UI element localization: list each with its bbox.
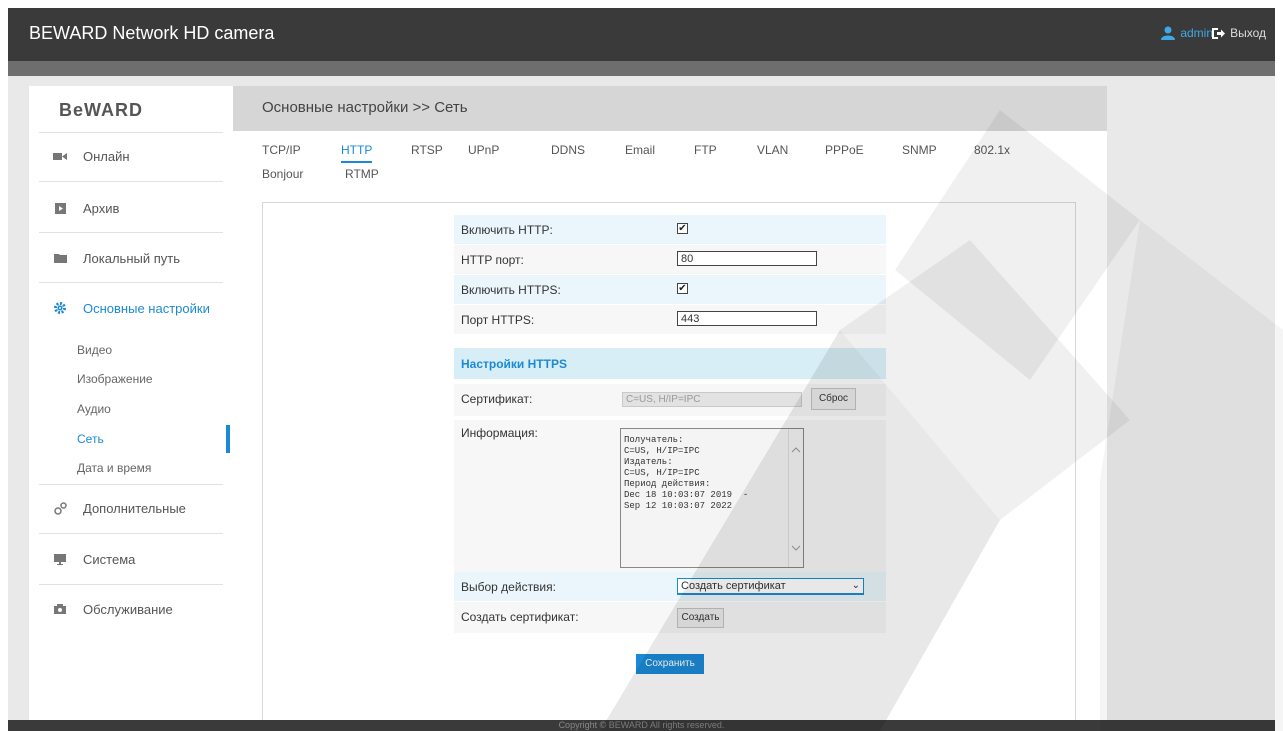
http-settings-panel: Включить HTTP: ✔ HTTP порт: 80 Включить … — [262, 202, 1076, 721]
sidebar-subitem-image[interactable]: Изображение — [77, 372, 153, 386]
tab-ftp[interactable]: FTP — [694, 143, 717, 157]
divider — [39, 181, 223, 182]
https-section-header: Настройки HTTPS — [454, 348, 886, 379]
gear-icon — [53, 301, 67, 315]
scroll-up-icon[interactable] — [789, 445, 803, 455]
divider — [39, 533, 223, 534]
https-port-input[interactable]: 443 — [677, 311, 817, 326]
video-camera-icon — [53, 149, 67, 163]
http-port-input[interactable]: 80 — [677, 251, 817, 266]
scroll-down-icon[interactable] — [789, 543, 803, 553]
tab-8021x[interactable]: 802.1x — [974, 143, 1010, 157]
sidebar-item-online[interactable]: Онлайн — [29, 132, 233, 180]
sidebar-item-label: Дополнительные — [83, 500, 186, 516]
action-label: Выбор действия: — [461, 580, 556, 594]
tab-rtsp[interactable]: RTSP — [411, 143, 443, 157]
enable-http-label: Включить HTTP: — [461, 223, 553, 237]
create-certificate-row: Создать сертификат: Создать — [454, 602, 886, 633]
action-select[interactable]: Создать сертификат ⌄ — [677, 578, 864, 595]
enable-http-row: Включить HTTP: ✔ — [454, 215, 886, 244]
textarea-scrollbar[interactable] — [788, 429, 803, 567]
divider — [39, 232, 223, 233]
folder-icon — [53, 251, 67, 265]
sidebar-item-basic-settings[interactable]: Основные настройки — [29, 284, 233, 332]
play-icon — [53, 201, 67, 215]
create-button[interactable]: Создать — [677, 608, 724, 628]
tab-rtmp[interactable]: RTMP — [345, 167, 379, 181]
enable-https-row: Включить HTTPS: ✔ — [454, 275, 886, 304]
tab-vlan[interactable]: VLAN — [757, 143, 788, 157]
sidebar-subitem-network[interactable]: Сеть — [77, 432, 104, 446]
tab-snmp[interactable]: SNMP — [902, 143, 937, 157]
http-port-label: HTTP порт: — [461, 253, 524, 267]
monitor-icon — [53, 552, 67, 566]
https-port-label: Порт HTTPS: — [461, 313, 535, 327]
breadcrumb: Основные настройки >> Сеть — [233, 86, 1107, 131]
user-icon — [1161, 26, 1176, 40]
info-row: Информация: Получатель: C=US, H/IP=IPC И… — [454, 420, 886, 572]
logout-icon — [1212, 27, 1226, 39]
top-bar: BEWARD Network HD camera admin Выход — [8, 8, 1275, 61]
https-port-row: Порт HTTPS: 443 — [454, 305, 886, 334]
sidebar-item-label: Локальный путь — [83, 250, 180, 266]
user-name[interactable]: admin — [1180, 26, 1213, 40]
sidebar-item-maintenance[interactable]: Обслуживание — [29, 585, 233, 633]
sidebar-item-local-path[interactable]: Локальный путь — [29, 234, 233, 282]
tab-pppoe[interactable]: PPPoE — [825, 143, 864, 157]
footer: Copyright © BEWARD All rights reserved. — [8, 720, 1275, 731]
chevron-down-icon: ⌄ — [851, 580, 860, 591]
sidebar-item-label: Система — [83, 551, 136, 567]
sidebar-item-advanced[interactable]: Дополнительные — [29, 484, 233, 532]
sidebar-item-label: Онлайн — [83, 148, 130, 164]
breadcrumb-text: Основные настройки >> Сеть — [262, 99, 468, 116]
sidebar-item-archive[interactable]: Архив — [29, 184, 233, 232]
tab-ddns[interactable]: DDNS — [551, 143, 585, 157]
sidebar-subitem-video[interactable]: Видео — [77, 343, 112, 357]
gears-icon — [53, 501, 67, 515]
header-strip — [8, 61, 1275, 76]
copyright-text: Copyright © BEWARD All rights reserved. — [558, 720, 725, 730]
beward-logo: BeWARD — [59, 100, 144, 120]
certificate-info-text: Получатель: C=US, H/IP=IPC Издатель: C=U… — [624, 435, 749, 511]
sidebar-item-label: Обслуживание — [83, 601, 173, 617]
sidebar-item-label: Основные настройки — [83, 300, 210, 316]
logout-button[interactable]: Выход — [1211, 26, 1266, 40]
certificate-row: Сертификат: C=US, H/IP=IPC Сброс — [454, 384, 886, 416]
sidebar-subitem-audio[interactable]: Аудио — [77, 402, 111, 416]
app-title: BEWARD Network HD camera — [29, 23, 275, 43]
user-link[interactable]: admin — [1161, 26, 1213, 40]
certificate-info-textarea[interactable]: Получатель: C=US, H/IP=IPC Издатель: C=U… — [620, 428, 804, 568]
http-port-row: HTTP порт: 80 — [454, 245, 886, 274]
https-section-title: Настройки HTTPS — [461, 357, 567, 371]
camera-icon — [53, 602, 67, 616]
certificate-label: Сертификат: — [461, 392, 533, 406]
info-label: Информация: — [461, 426, 538, 440]
reset-button[interactable]: Сброс — [811, 388, 856, 410]
active-indicator — [226, 425, 230, 453]
divider — [39, 282, 223, 283]
save-button[interactable]: Сохранить — [636, 654, 704, 674]
sidebar: BeWARD Онлайн Архив Локальный путь Основ… — [29, 86, 233, 720]
enable-https-label: Включить HTTPS: — [461, 283, 561, 297]
logout-label[interactable]: Выход — [1230, 26, 1266, 40]
tab-upnp[interactable]: UPnP — [468, 143, 499, 157]
sidebar-item-label: Архив — [83, 200, 120, 216]
main-content: Основные настройки >> Сеть TCP/IP HTTP R… — [233, 86, 1107, 721]
create-certificate-label: Создать сертификат: — [461, 610, 579, 624]
tab-email[interactable]: Email — [625, 143, 655, 157]
sidebar-item-system[interactable]: Система — [29, 535, 233, 583]
tab-tcpip[interactable]: TCP/IP — [262, 143, 301, 157]
tab-http[interactable]: HTTP — [341, 143, 373, 163]
enable-http-checkbox[interactable]: ✔ — [677, 223, 688, 234]
action-select-value: Создать сертификат — [681, 580, 786, 592]
enable-https-checkbox[interactable]: ✔ — [677, 283, 688, 294]
certificate-field: C=US, H/IP=IPC — [622, 392, 802, 407]
sidebar-subitem-date-time[interactable]: Дата и время — [77, 461, 151, 475]
tab-bonjour[interactable]: Bonjour — [262, 167, 303, 181]
action-row: Выбор действия: Создать сертификат ⌄ — [454, 572, 886, 601]
